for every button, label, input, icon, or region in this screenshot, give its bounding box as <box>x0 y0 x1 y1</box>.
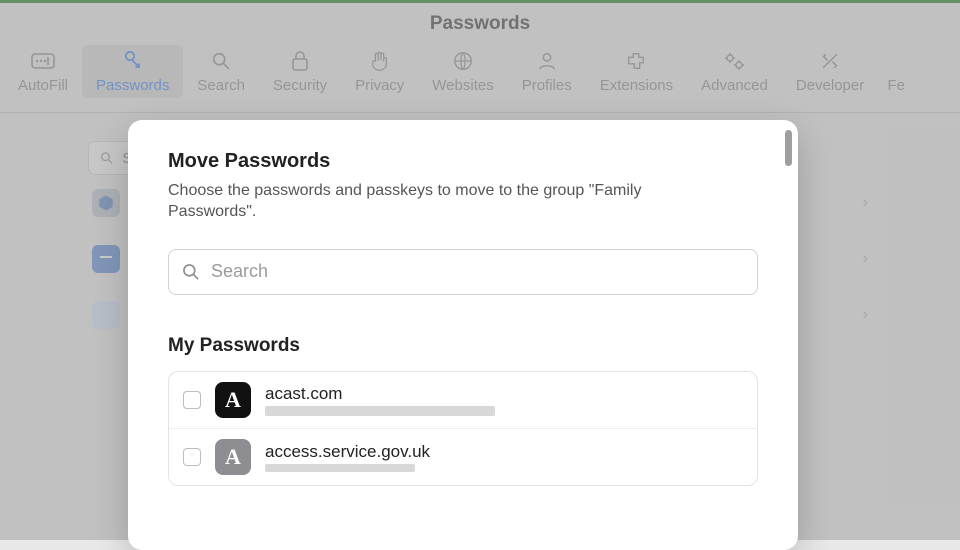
chevron-right-icon: › <box>863 194 868 212</box>
preferences-toolbar: AutoFill Passwords Search Security Priva… <box>0 45 960 113</box>
toolbar-label: Advanced <box>701 77 768 94</box>
site-favicon: A <box>215 382 251 418</box>
search-icon <box>181 262 201 282</box>
hand-icon <box>368 49 392 73</box>
globe-icon <box>451 49 475 73</box>
modal-description: Choose the passwords and passkeys to mov… <box>168 181 698 223</box>
lock-icon <box>288 49 312 73</box>
password-item[interactable]: A access.service.gov.uk <box>169 429 757 485</box>
key-icon <box>121 49 145 73</box>
modal-search-input[interactable] <box>211 261 745 282</box>
toolbar-security[interactable]: Security <box>259 45 341 98</box>
toolbar-privacy[interactable]: Privacy <box>341 45 418 98</box>
password-checkbox[interactable] <box>183 391 201 409</box>
bg-favicon-3 <box>92 301 120 329</box>
move-passwords-modal: Move Passwords Choose the passwords and … <box>128 120 798 550</box>
toolbar-extensions[interactable]: Extensions <box>586 45 687 98</box>
toolbar-profiles[interactable]: Profiles <box>508 45 586 98</box>
toolbar-label: Fe <box>887 77 905 94</box>
autofill-icon <box>31 49 55 73</box>
toolbar-label: Extensions <box>600 77 673 94</box>
site-favicon: A <box>215 439 251 475</box>
toolbar-label: Privacy <box>355 77 404 94</box>
password-site: acast.com <box>265 384 495 404</box>
toolbar-search[interactable]: Search <box>183 45 259 98</box>
tools-icon <box>818 49 842 73</box>
password-item[interactable]: A acast.com <box>169 372 757 429</box>
toolbar-autofill[interactable]: AutoFill <box>4 45 82 98</box>
window-title: Passwords <box>0 3 960 45</box>
toolbar-label: Developer <box>796 77 864 94</box>
person-icon <box>535 49 559 73</box>
extensions-icon <box>624 49 648 73</box>
bg-favicon-1 <box>92 189 120 217</box>
toolbar-label: Security <box>273 77 327 94</box>
modal-search[interactable] <box>168 249 758 295</box>
search-icon <box>209 49 233 73</box>
toolbar-label: Passwords <box>96 77 169 94</box>
scrollbar-thumb[interactable] <box>785 130 792 166</box>
password-username-redacted <box>265 464 415 472</box>
toolbar-advanced[interactable]: Advanced <box>687 45 782 98</box>
gears-icon <box>722 49 746 73</box>
chevron-right-icon: › <box>863 250 868 268</box>
toolbar-overflow[interactable]: Fe <box>878 45 910 98</box>
toolbar-developer[interactable]: Developer <box>782 45 878 98</box>
toolbar-passwords[interactable]: Passwords <box>82 45 183 98</box>
ellipsis-icon <box>884 49 908 73</box>
bg-favicon-2 <box>92 245 120 273</box>
password-checkbox[interactable] <box>183 448 201 466</box>
toolbar-label: Websites <box>432 77 493 94</box>
my-passwords-section-title: My Passwords <box>168 335 758 357</box>
password-list: A acast.com A access.service.gov.uk <box>168 371 758 486</box>
chevron-right-icon: › <box>863 306 868 324</box>
toolbar-label: Profiles <box>522 77 572 94</box>
modal-title: Move Passwords <box>168 150 758 173</box>
password-username-redacted <box>265 406 495 416</box>
toolbar-label: AutoFill <box>18 77 68 94</box>
toolbar-label: Search <box>197 77 245 94</box>
password-site: access.service.gov.uk <box>265 442 430 462</box>
toolbar-websites[interactable]: Websites <box>418 45 507 98</box>
